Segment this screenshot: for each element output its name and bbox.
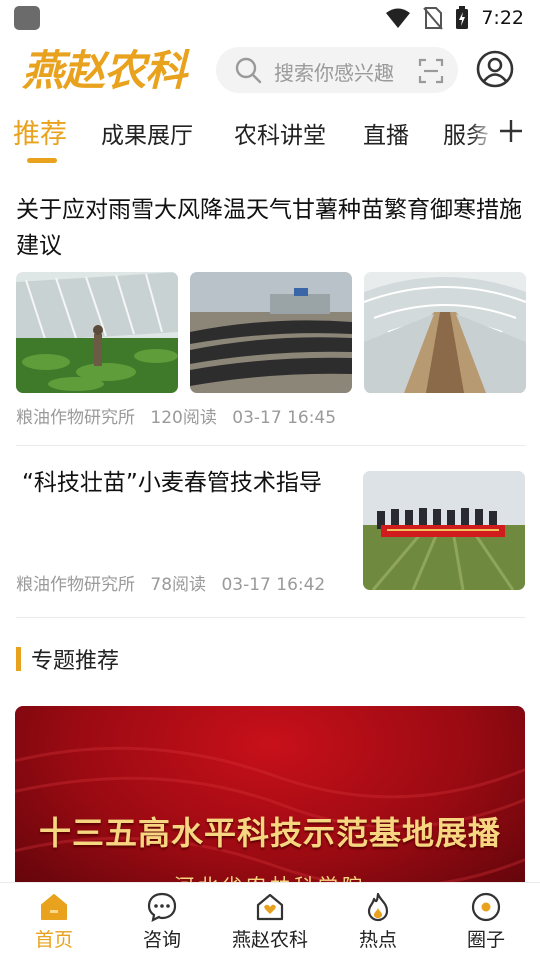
tab-achievements-hall[interactable]: 成果展厅 bbox=[101, 116, 193, 150]
search-bar[interactable]: 搜索你感兴趣 bbox=[216, 47, 458, 93]
wheat-field-group-photo bbox=[363, 471, 525, 590]
article-meta: 粮油作物研究所 120阅读 03-17 16:45 bbox=[16, 403, 526, 428]
circle-icon bbox=[471, 892, 501, 922]
home-icon bbox=[41, 894, 67, 920]
covered-seedbeds-photo bbox=[190, 272, 352, 393]
chat-icon bbox=[147, 892, 177, 922]
app-header: 燕赵农科 搜索你感兴趣 bbox=[0, 44, 540, 98]
battery-charging-icon bbox=[456, 6, 469, 29]
article-time: 03-17 16:45 bbox=[232, 408, 337, 428]
article-source: 粮油作物研究所 bbox=[16, 408, 135, 428]
nav-consult[interactable]: 咨询 bbox=[108, 889, 216, 959]
article-title: 关于应对雨雪大风降温天气甘薯种苗繁育御寒措施建议 bbox=[16, 197, 522, 259]
tab-active-indicator bbox=[27, 158, 57, 163]
nav-home[interactable]: 首页 bbox=[0, 889, 108, 959]
tabs-fade bbox=[470, 108, 496, 158]
tunnel-greenhouse-photo bbox=[364, 272, 526, 393]
app-notification-icon bbox=[14, 6, 40, 30]
banner-background-pattern bbox=[15, 746, 525, 889]
search-placeholder: 搜索你感兴趣 bbox=[274, 61, 394, 85]
article-meta: 粮油作物研究所 78阅读 03-17 16:42 bbox=[16, 570, 335, 595]
divider bbox=[16, 445, 526, 446]
article-item[interactable]: 关于应对雨雪大风降温天气甘薯种苗繁育御寒措施建议 粮油作物研究所 120阅读 0… bbox=[16, 192, 526, 428]
nav-label: 咨询 bbox=[142, 929, 181, 951]
nav-label: 热点 bbox=[358, 929, 397, 951]
article-read-count: 120阅读 bbox=[150, 408, 217, 428]
nav-yanzhao-agri[interactable]: 燕赵农科 bbox=[216, 889, 324, 959]
article-time: 03-17 16:42 bbox=[221, 575, 326, 595]
article-source: 粮油作物研究所 bbox=[16, 575, 135, 595]
heart-house-icon bbox=[256, 893, 284, 921]
banner-title: 十三五高水平科技示范基地展播 bbox=[38, 814, 501, 852]
search-icon bbox=[235, 57, 262, 84]
wifi-icon bbox=[386, 8, 411, 28]
flame-icon bbox=[367, 892, 389, 922]
tab-recommend[interactable]: 推荐 bbox=[13, 112, 67, 151]
nav-label: 燕赵农科 bbox=[231, 929, 308, 951]
bottom-navigation: 首页 咨询 燕赵农科 热点 圈子 bbox=[0, 882, 540, 961]
add-tab-icon[interactable] bbox=[498, 118, 524, 144]
topic-banner[interactable]: 十三五高水平科技示范基地展播 河北省农林科学院 bbox=[15, 706, 525, 896]
section-accent-bar bbox=[16, 647, 21, 671]
greenhouse-photo bbox=[16, 272, 178, 393]
nav-label: 圈子 bbox=[466, 929, 505, 951]
article-title: “科技壮苗”小麦春管技术指导 bbox=[22, 470, 322, 496]
category-tabs: 推荐 成果展厅 农科讲堂 直播 服务 bbox=[0, 108, 540, 166]
user-profile-icon[interactable] bbox=[476, 50, 514, 88]
status-bar: 7:22 bbox=[0, 0, 540, 36]
section-header: 专题推荐 bbox=[16, 646, 120, 674]
nav-hot[interactable]: 热点 bbox=[324, 889, 432, 959]
status-icons: 7:22 bbox=[385, 5, 524, 31]
divider bbox=[16, 617, 526, 618]
scan-icon[interactable] bbox=[418, 58, 444, 84]
tab-live[interactable]: 直播 bbox=[363, 116, 409, 150]
tab-agri-lecture[interactable]: 农科讲堂 bbox=[234, 116, 326, 150]
status-time: 7:22 bbox=[481, 7, 524, 29]
article-read-count: 78阅读 bbox=[150, 575, 207, 595]
no-sim-icon bbox=[423, 7, 444, 30]
nav-circle[interactable]: 圈子 bbox=[432, 889, 540, 959]
article-item[interactable]: “科技壮苗”小麦春管技术指导 粮油作物研究所 78阅读 03-17 16:42 bbox=[16, 464, 526, 595]
article-thumbnails bbox=[16, 272, 526, 393]
nav-label: 首页 bbox=[34, 929, 73, 951]
app-logo: 燕赵农科 bbox=[22, 46, 187, 95]
section-title: 专题推荐 bbox=[31, 649, 120, 674]
